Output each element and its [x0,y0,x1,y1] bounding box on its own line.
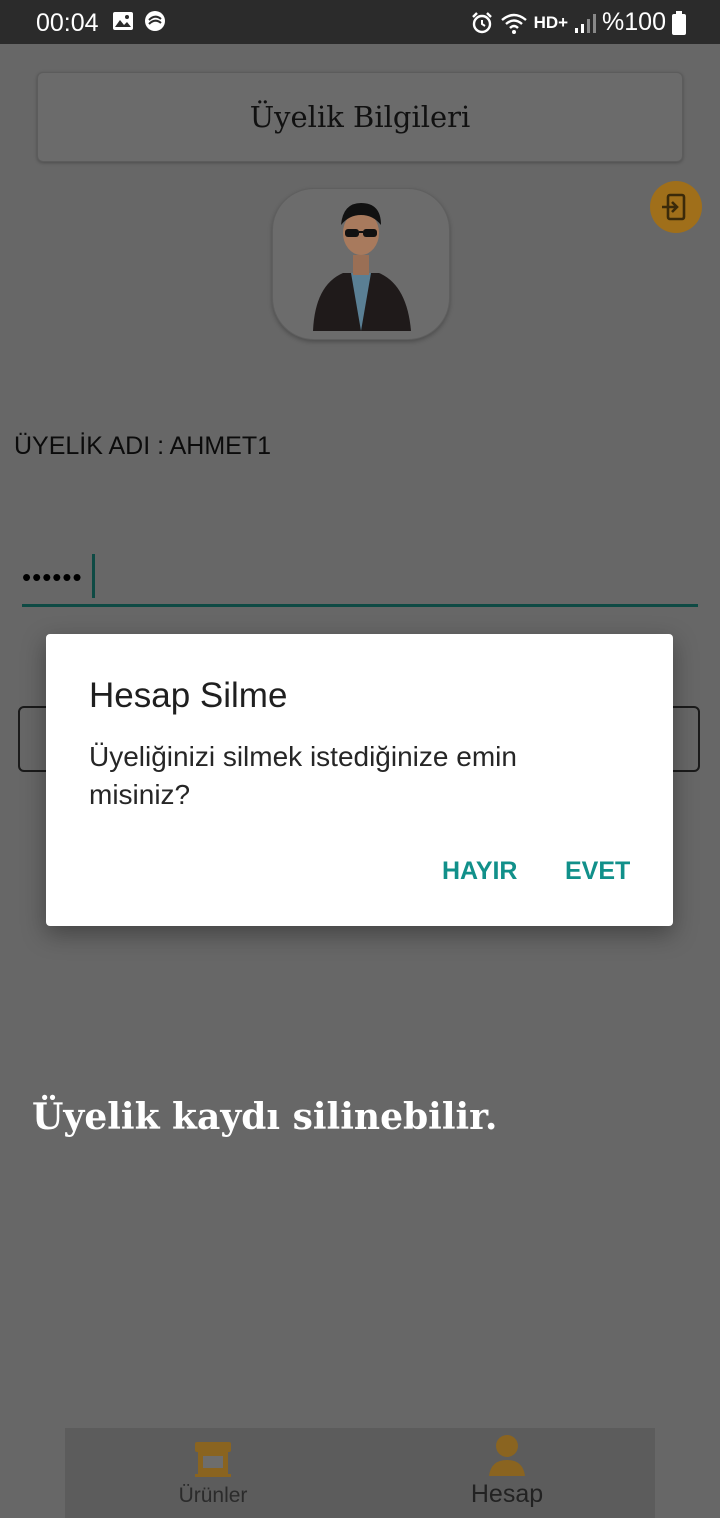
dialog-yes-button[interactable]: EVET [565,857,630,886]
status-bar: 00:04 HD+ %100 [0,0,720,44]
logout-button[interactable] [650,181,702,233]
nav-item-account[interactable]: Hesap [407,1428,607,1518]
battery-icon [672,10,686,35]
dialog-title: Hesap Silme [89,676,288,715]
page-title-card: Üyelik Bilgileri [37,72,683,162]
person-icon [489,1435,525,1476]
text-cursor [92,554,95,598]
nav-label-products: Ürünler [178,1484,248,1507]
password-value: •••••• [22,562,83,592]
gallery-icon [113,12,133,30]
user-avatar-icon [313,203,411,331]
alarm-icon [471,11,492,33]
avatar [272,188,450,340]
battery-percent: %100 [602,8,666,36]
network-type: HD+ [533,12,569,32]
dialog-message: Üyeliğinizi silmek istediğinize emin mis… [89,741,517,810]
nav-item-products[interactable]: Ürünler [113,1428,313,1518]
username-label: ÜYELİK ADI : AHMET1 [14,432,272,460]
note-text: Üyelik kaydı silinebilir. [32,1096,498,1138]
logout-icon [662,193,686,221]
wifi-icon [500,13,527,34]
delete-account-dialog: Hesap Silme Üyeliğinizi silmek istediğin… [46,634,673,926]
store-icon [195,1442,231,1477]
dialog-no-button[interactable]: HAYIR [442,857,518,886]
signal-icon [575,13,597,33]
app-notification-icon [145,11,165,31]
nav-label-account: Hesap [470,1480,544,1508]
password-field[interactable]: •••••• [22,554,698,607]
bottom-navigation: Ürünler Hesap [65,1428,655,1518]
status-time: 00:04 [36,9,99,37]
status-right: HD+ %100 [470,8,686,37]
page-title: Üyelik Bilgileri [249,100,471,134]
